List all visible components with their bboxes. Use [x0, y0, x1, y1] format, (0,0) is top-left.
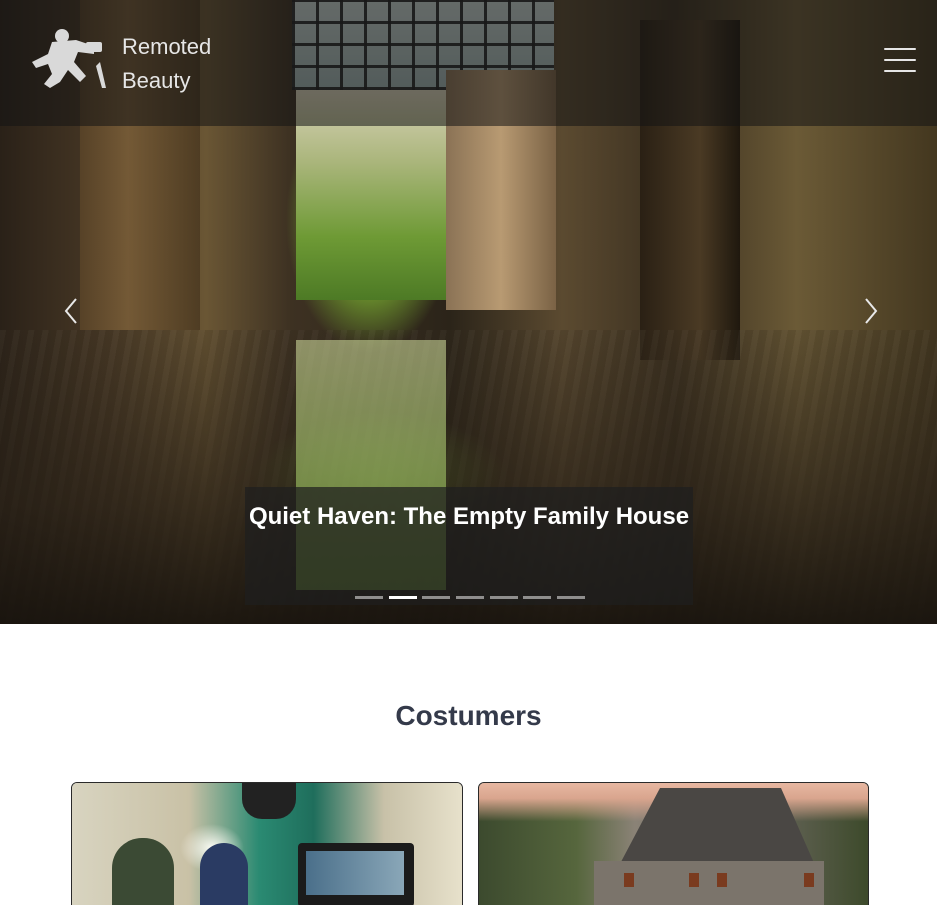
manor-roof	[620, 788, 814, 863]
person-figure	[200, 843, 248, 905]
manor-window	[689, 873, 699, 887]
customer-card[interactable]	[71, 782, 463, 905]
manor-window	[804, 873, 814, 887]
section-title: Costumers	[395, 700, 542, 731]
brand-name[interactable]: Remoted Beauty	[122, 30, 211, 98]
menu-toggle-button[interactable]	[884, 48, 916, 76]
carousel-indicator[interactable]	[523, 596, 552, 599]
carousel-prev-button[interactable]	[60, 296, 84, 326]
carousel-indicator[interactable]	[556, 596, 585, 599]
customer-card-image	[72, 783, 462, 905]
customer-card-image	[479, 783, 868, 905]
carousel-indicator[interactable]	[489, 596, 518, 599]
chevron-left-icon	[64, 298, 77, 324]
carousel-caption: Quiet Haven: The Empty Family House	[245, 487, 693, 605]
carousel-indicator[interactable]	[422, 596, 451, 599]
carousel-indicator[interactable]	[355, 596, 383, 599]
navbar: Remoted Beauty	[0, 0, 937, 126]
manor-window	[717, 873, 727, 887]
camera-monitor	[298, 843, 414, 905]
brand-line-2: Beauty	[122, 68, 191, 93]
customer-card[interactable]	[478, 782, 869, 905]
hamburger-menu-icon	[884, 48, 916, 72]
carousel-indicator-active[interactable]	[388, 596, 417, 599]
carousel-next-button[interactable]	[858, 296, 882, 326]
carousel-indicator[interactable]	[455, 596, 484, 599]
manor-window	[624, 873, 634, 887]
brand-logo-link[interactable]	[30, 26, 108, 90]
brand-line-1: Remoted	[122, 34, 212, 59]
caption-title: Quiet Haven: The Empty Family House	[248, 503, 690, 530]
studio-lamp	[242, 783, 296, 819]
chevron-right-icon	[865, 298, 878, 324]
person-figure	[112, 838, 174, 905]
photographer-logo-icon	[32, 29, 106, 88]
carousel-indicators	[355, 596, 585, 600]
